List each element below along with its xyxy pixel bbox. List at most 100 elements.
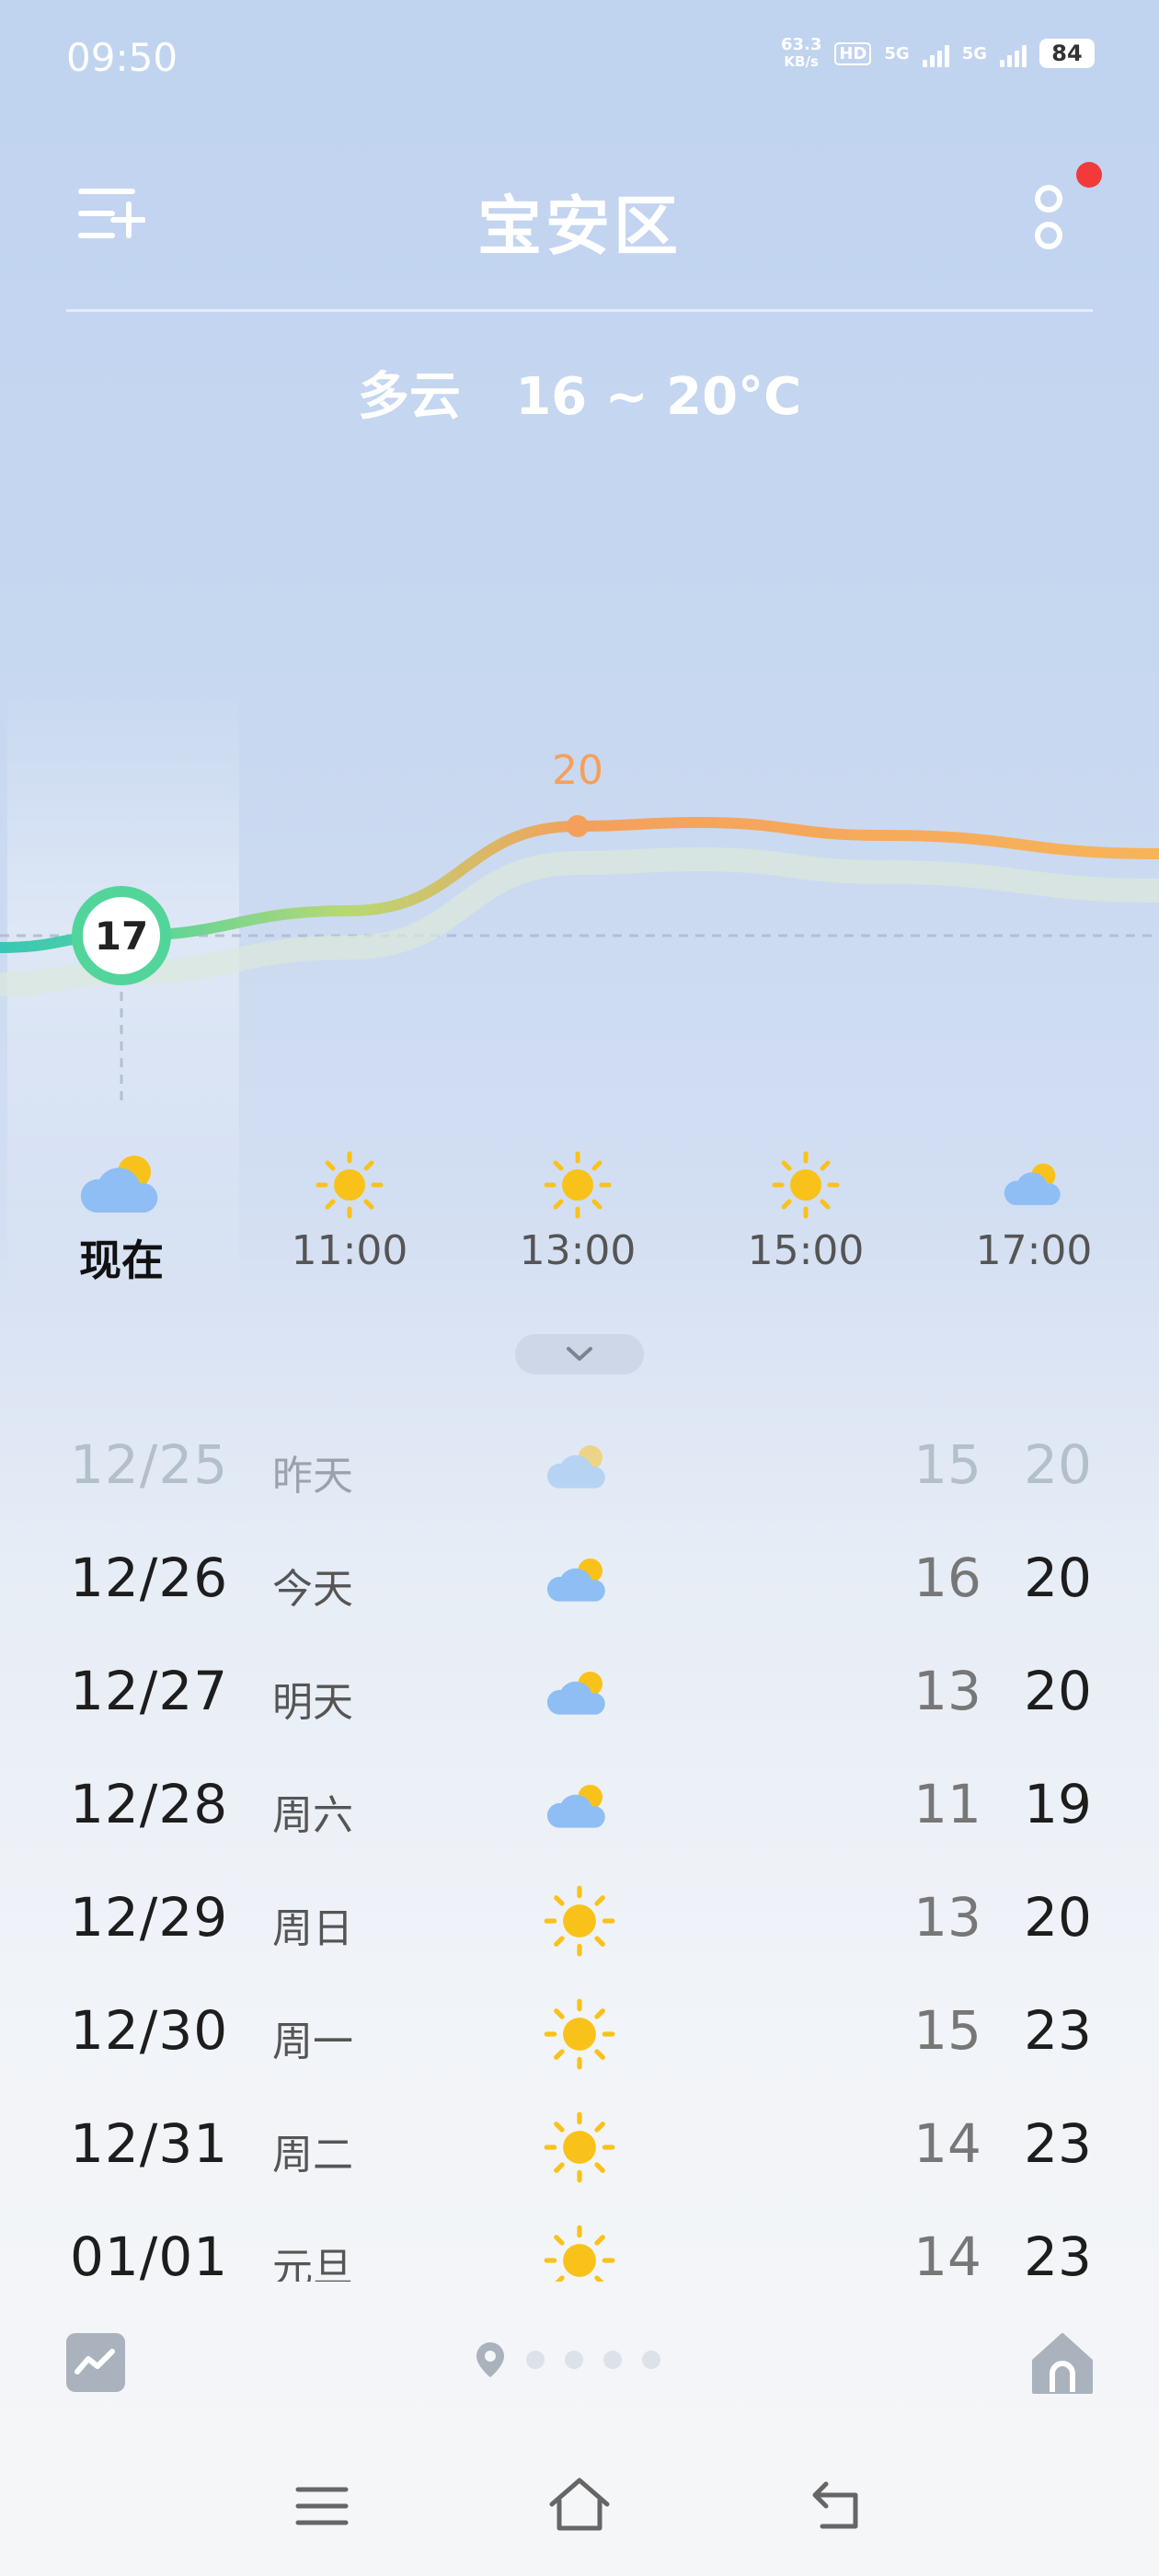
temp-range-text: 16 ~ 20°C — [515, 367, 802, 427]
day-low-temp: 16 — [913, 1547, 981, 1609]
header-divider — [66, 309, 1093, 312]
day-date: 12/27 — [70, 1660, 229, 1722]
day-name: 周六 — [272, 1792, 353, 1839]
day-low-temp: 14 — [913, 2225, 981, 2282]
hd-icon: HD — [834, 41, 872, 65]
day-high-temp: 19 — [1024, 1773, 1092, 1835]
day-high-temp: 20 — [1024, 1886, 1092, 1949]
location-pin-icon — [476, 2342, 504, 2377]
day-name: 昨天 — [272, 1453, 353, 1500]
day-date: 12/26 — [70, 1547, 229, 1609]
battery-icon: 84 — [1039, 39, 1095, 68]
day-low-temp: 15 — [913, 1433, 981, 1496]
daily-row[interactable]: 12/28 周六 11 19 — [0, 1756, 1159, 1869]
page-dot[interactable] — [526, 2351, 545, 2369]
daily-row[interactable]: 12/25 昨天 15 20 — [0, 1417, 1159, 1530]
city-page-indicator[interactable] — [475, 2340, 660, 2379]
sun-icon — [544, 1998, 615, 2070]
daily-forecast-list[interactable]: 12/25 昨天 15 20 12/26 今天 16 20 12/27 明天 1… — [0, 1417, 1159, 2282]
day-high-temp: 20 — [1024, 1547, 1092, 1609]
hourly-item[interactable]: 11:00 — [258, 1148, 442, 1274]
sun-icon — [544, 2225, 615, 2282]
day-low-temp: 14 — [913, 2112, 981, 2175]
sun-icon — [714, 1148, 898, 1222]
day-high-temp: 23 — [1024, 1999, 1092, 2062]
temperature-line-shadow — [0, 846, 1159, 996]
expand-collapse-button[interactable] — [515, 1334, 644, 1374]
cloudy-sun-icon — [546, 1445, 605, 1489]
daily-row[interactable]: 12/31 周二 14 23 — [0, 2096, 1159, 2209]
cloudy-sun-icon — [942, 1148, 1126, 1222]
daily-row[interactable]: 12/26 今天 16 20 — [0, 1530, 1159, 1643]
status-icons: 63.3 KB/s HD 5G 5G 84 — [781, 37, 1095, 70]
day-low-temp: 13 — [913, 1886, 981, 1949]
day-low-temp: 15 — [913, 1999, 981, 2062]
sun-icon — [486, 1148, 670, 1222]
hourly-item[interactable]: 13:00 — [486, 1148, 670, 1274]
day-name: 周一 — [272, 2018, 353, 2065]
cloudy-sun-icon — [546, 1785, 605, 1828]
signal-bars-icon — [1000, 40, 1027, 67]
chevron-down-icon — [567, 1347, 592, 1361]
hourly-label: 13:00 — [519, 1227, 637, 1274]
status-time: 09:50 — [66, 35, 178, 80]
hourly-item-now[interactable]: 现在 — [29, 1148, 213, 1288]
day-high-temp: 23 — [1024, 2112, 1092, 2175]
sun-icon — [258, 1148, 442, 1222]
page-dot[interactable] — [565, 2351, 583, 2369]
day-high-temp: 23 — [1024, 2225, 1092, 2282]
notification-dot — [1076, 162, 1102, 188]
signal-5g-label-1: 5G — [884, 43, 910, 63]
condition-text: 多云 — [357, 367, 461, 427]
sun-icon — [544, 1885, 615, 1957]
hourly-item[interactable]: 17:00 — [942, 1148, 1126, 1274]
network-speed: 63.3 KB/s — [780, 35, 822, 71]
hourly-temperature-chart: 20 17 — [0, 747, 1159, 1104]
network-speed-unit: KB/s — [784, 53, 819, 70]
hourly-label: 现在 — [79, 1236, 164, 1285]
trend-chart-icon — [75, 2349, 115, 2375]
day-name: 周二 — [272, 2132, 353, 2179]
signal-bars-icon — [922, 40, 949, 67]
hourly-label: 15:00 — [747, 1227, 865, 1274]
day-name: 明天 — [272, 1679, 353, 1726]
day-name: 周日 — [272, 1905, 353, 1952]
page-dot[interactable] — [642, 2351, 660, 2369]
nav-back-icon[interactable] — [809, 2478, 865, 2532]
daily-row[interactable]: 12/29 周日 13 20 — [0, 1869, 1159, 1983]
cloudy-sun-icon — [546, 1672, 605, 1715]
peak-point — [567, 815, 589, 837]
signal-5g-label-2: 5G — [961, 43, 987, 63]
daily-row[interactable]: 12/27 明天 13 20 — [0, 1643, 1159, 1756]
now-temp-label: 17 — [95, 914, 148, 959]
nav-home-icon[interactable] — [546, 2475, 613, 2534]
peak-temp-label: 20 — [552, 747, 603, 794]
cloudy-sun-icon — [29, 1148, 213, 1222]
day-name: 今天 — [272, 1566, 353, 1613]
daily-row[interactable]: 01/01 元旦 14 23 — [0, 2209, 1159, 2282]
hourly-label: 17:00 — [975, 1227, 1093, 1274]
day-high-temp: 20 — [1024, 1660, 1092, 1722]
hourly-item[interactable]: 15:00 — [714, 1148, 898, 1274]
day-name: 元旦 — [272, 2245, 353, 2282]
city-title: 宝安区 — [477, 189, 682, 264]
day-date: 12/29 — [70, 1886, 229, 1949]
cloudy-sun-icon — [546, 1558, 605, 1602]
network-speed-value: 63.3 — [780, 35, 822, 54]
day-high-temp: 20 — [1024, 1433, 1092, 1496]
nav-recent-apps-icon[interactable] — [294, 2484, 350, 2528]
trend-button[interactable] — [66, 2333, 125, 2392]
day-low-temp: 13 — [913, 1660, 981, 1722]
day-date: 12/25 — [70, 1433, 229, 1496]
sun-icon — [544, 2111, 615, 2183]
home-city-icon[interactable] — [1030, 2331, 1095, 2396]
page-dot[interactable] — [603, 2351, 622, 2369]
hourly-label: 11:00 — [291, 1227, 408, 1274]
day-date: 01/01 — [70, 2225, 229, 2282]
weather-summary: 多云 16 ~ 20°C — [0, 355, 1159, 430]
day-date: 12/30 — [70, 1999, 229, 2062]
day-low-temp: 11 — [913, 1773, 981, 1835]
daily-row[interactable]: 12/30 周一 15 23 — [0, 1983, 1159, 2096]
more-options-icon[interactable] — [1028, 182, 1069, 252]
day-date: 12/28 — [70, 1773, 229, 1835]
